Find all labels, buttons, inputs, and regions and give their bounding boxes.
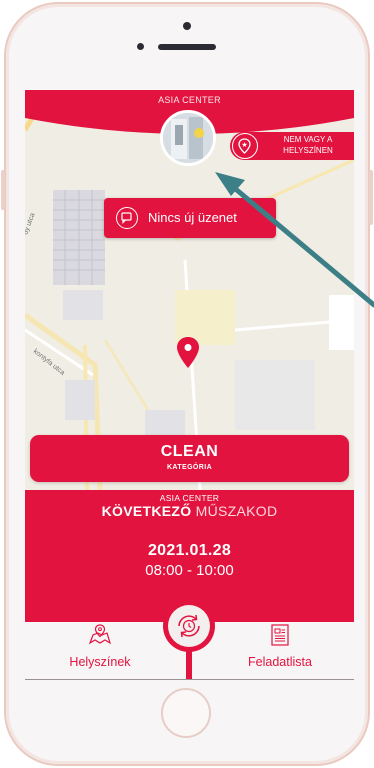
- map-side-panel: [329, 295, 354, 350]
- shift-location: ASIA CENTER: [159, 493, 220, 503]
- shift-word: MŰSZAKOD: [195, 503, 278, 519]
- phone-volume-button: [1, 170, 5, 210]
- shift-time: 08:00 - 10:00: [145, 562, 234, 579]
- shift-date: 2021.01.28: [147, 542, 232, 559]
- not-on-site-badge[interactable]: ★ NEM VAGY A HELYSZÍNEN: [230, 132, 354, 160]
- chat-bubble-icon: [116, 207, 138, 229]
- refresh-icon: [168, 605, 210, 647]
- home-button[interactable]: [161, 688, 211, 738]
- messages-label: Nincs új üzenet: [148, 210, 237, 225]
- not-on-site-text: NEM VAGY A HELYSZÍNEN: [283, 135, 333, 155]
- bottom-nav: Helyszínek Feladatlista: [25, 600, 354, 682]
- phone-side-button: [369, 170, 373, 225]
- map-pin-icon[interactable]: [175, 336, 201, 375]
- nav-tasklist[interactable]: Feladatlista: [225, 622, 335, 669]
- category-button[interactable]: CLEAN KATEGÓRIA: [30, 435, 349, 482]
- refresh-button[interactable]: [163, 600, 215, 652]
- sensor-dot: [137, 43, 144, 50]
- next-shift-heading: KÖVETKEZŐ MŰSZAKOD: [25, 503, 354, 519]
- category-name: CLEAN: [160, 443, 219, 460]
- task-list-icon: [271, 624, 289, 646]
- nav-locations[interactable]: Helyszínek: [45, 622, 155, 669]
- next-word: KÖVETKEZŐ: [101, 503, 192, 519]
- nav-divider: [25, 679, 354, 680]
- nav-tasklist-label: Feladatlista: [248, 655, 312, 669]
- map-location-icon: [88, 624, 112, 645]
- app-screen: kontyfa utca dy utca ASIA CENTER ★ NEM V…: [25, 90, 354, 682]
- nav-locations-label: Helyszínek: [69, 655, 131, 669]
- svg-text:★: ★: [241, 141, 247, 149]
- location-avatar[interactable]: [160, 110, 216, 166]
- front-camera: [183, 22, 191, 30]
- location-star-icon: ★: [232, 133, 258, 159]
- category-label: KATEGÓRIA: [166, 464, 213, 471]
- header-location-title: ASIA CENTER: [158, 95, 221, 105]
- earpiece-speaker: [158, 44, 216, 50]
- messages-button[interactable]: Nincs új üzenet: [104, 198, 276, 238]
